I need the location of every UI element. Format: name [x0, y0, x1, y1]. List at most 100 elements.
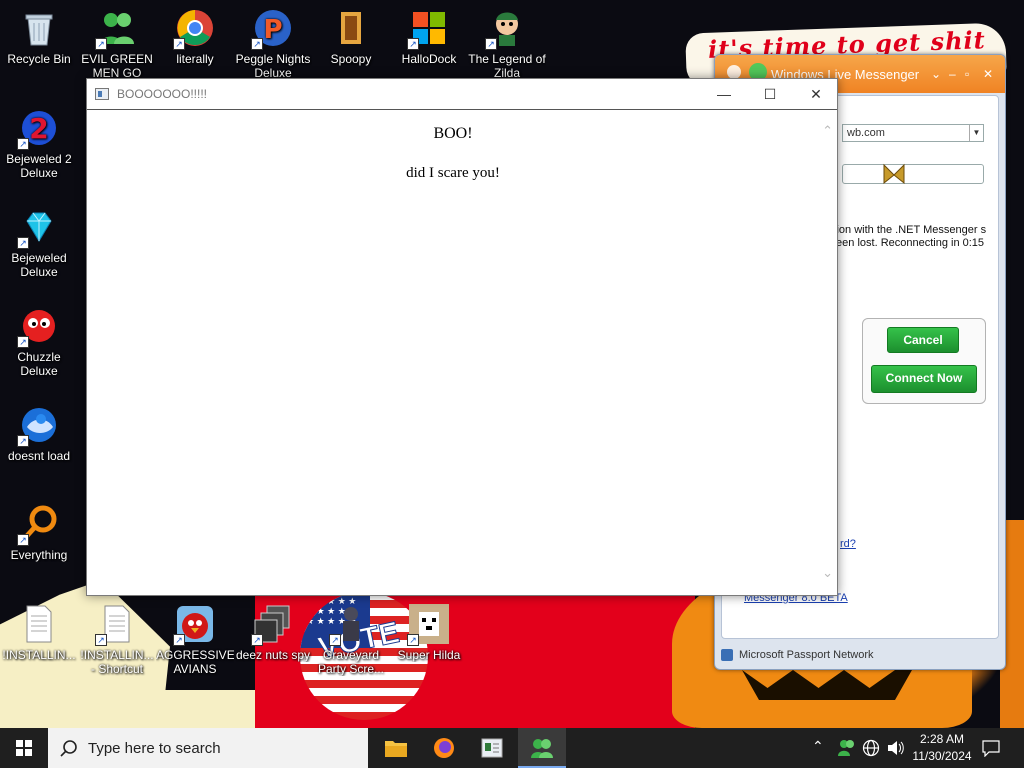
- volume-icon[interactable]: [886, 739, 904, 757]
- desktop-icon-installing-shortcut[interactable]: ↗ !INSTALLIN... - Shortcut: [78, 604, 156, 676]
- desktop-icon-label: Peggle Nights Deluxe: [235, 52, 311, 80]
- passport-network-label: Microsoft Passport Network: [739, 649, 874, 661]
- passport-icon: [721, 649, 733, 661]
- desktop-icon-label: Graveyard Party Scre...: [317, 648, 385, 676]
- messenger-dropdown-icon[interactable]: ⌄: [931, 67, 941, 81]
- messenger-buddy-icon: [531, 739, 553, 758]
- desktop-icon-aggressive-avians[interactable]: ↗ AGGRESSIVE AVIANS: [156, 604, 234, 676]
- desktop-icon-spoopy[interactable]: Spoopy: [312, 8, 390, 66]
- thunderbird-icon: ↗: [17, 405, 59, 447]
- cancel-button[interactable]: Cancel: [887, 327, 959, 353]
- desktop-icon-bejeweled-2[interactable]: 2 ↗ Bejeweled 2 Deluxe: [0, 108, 78, 180]
- desktop-icon-label: Spoopy: [330, 52, 372, 66]
- minimize-button[interactable]: —: [701, 79, 747, 109]
- desktop-icon-doesnt-load[interactable]: ↗ doesnt load: [0, 405, 78, 463]
- desktop-icon-label: deez nuts spy: [235, 648, 311, 662]
- everything-search-icon: ↗: [17, 504, 59, 546]
- messenger-close-icon[interactable]: ✕: [983, 67, 993, 81]
- bejeweled-2-icon: 2 ↗: [17, 108, 59, 150]
- shortcut-arrow-icon: ↗: [173, 634, 185, 646]
- desktop-icon-literally[interactable]: ↗ literally: [156, 8, 234, 66]
- close-button[interactable]: ✕: [793, 79, 839, 109]
- forgot-password-link[interactable]: rd?: [840, 538, 856, 550]
- shortcut-arrow-icon: ↗: [251, 38, 263, 50]
- chevron-down-icon[interactable]: ▼: [969, 125, 983, 141]
- maximize-button[interactable]: ☐: [747, 79, 793, 109]
- messenger-footer: Microsoft Passport Network: [715, 641, 1005, 669]
- desktop-icon-bejeweled[interactable]: ↗ Bejeweled Deluxe: [0, 207, 78, 279]
- desktop-icon-super-hilda[interactable]: ↗ Super Hilda: [390, 604, 468, 662]
- shortcut-arrow-icon: ↗: [17, 138, 29, 150]
- shortcut-arrow-icon: ↗: [95, 38, 107, 50]
- connect-now-button[interactable]: Connect Now: [871, 365, 977, 393]
- clock-time: 2:28 AM: [919, 732, 965, 746]
- text-document-icon: [19, 604, 59, 644]
- desktop-icon-label: EVIL GREEN MEN GO: [81, 52, 153, 80]
- taskbar-boo-window-app[interactable]: [468, 728, 516, 768]
- taskbar-firefox[interactable]: [420, 728, 468, 768]
- messenger-minimize-icon[interactable]: –: [949, 67, 956, 81]
- shortcut-arrow-icon: ↗: [17, 336, 29, 348]
- messenger-password-field[interactable]: [842, 163, 984, 185]
- recycle-bin-icon: [19, 8, 59, 48]
- desktop-icon-recycle-bin[interactable]: Recycle Bin: [0, 8, 78, 66]
- shortcut-arrow-icon: ↗: [17, 237, 29, 249]
- scroll-up-icon[interactable]: ⌃: [822, 123, 833, 139]
- scare-text: did I scare you!: [406, 165, 500, 181]
- shortcut-arrow-icon: ↗: [485, 38, 497, 50]
- desktop-icon-hallodock[interactable]: ↗ HalloDock: [390, 8, 468, 66]
- search-placeholder: Type here to search: [88, 740, 221, 757]
- network-globe-icon[interactable]: [862, 739, 880, 757]
- peggle-icon: P ↗: [251, 8, 293, 50]
- shortcut-arrow-icon: ↗: [17, 435, 29, 447]
- window-app-icon: [481, 738, 503, 758]
- desktop-icon-label: HalloDock: [401, 52, 457, 66]
- messenger-tray-icon[interactable]: [838, 738, 856, 758]
- taskbar-search-box[interactable]: Type here to search: [48, 728, 368, 768]
- windows-logo-icon: ↗: [407, 8, 449, 50]
- messenger-button-group: Cancel Connect Now: [862, 318, 986, 404]
- boo-window[interactable]: BOOOOOOO!!!!! — ☐ ✕ BOO! did I scare you…: [86, 78, 838, 596]
- messenger-menu-icon[interactable]: [727, 65, 741, 79]
- desktop-icon-deez-nuts-spy[interactable]: ↗ deez nuts spy: [234, 604, 312, 662]
- wallpaper-cream-shape-2: [150, 690, 260, 728]
- zilda-character-icon: ↗: [485, 8, 527, 50]
- shortcut-arrow-icon: ↗: [329, 634, 341, 646]
- boo-heading: BOO!: [433, 125, 473, 142]
- windows-start-icon: [16, 740, 32, 756]
- desktop-icon-installing[interactable]: !INSTALLIN...: [0, 604, 78, 662]
- desktop-icon-label: doesnt load: [7, 449, 71, 463]
- taskbar-clock[interactable]: 2:28 AM 11/30/2024: [906, 731, 978, 765]
- shortcut-arrow-icon: ↗: [17, 534, 29, 546]
- desktop-icon-chuzzle[interactable]: ↗ Chuzzle Deluxe: [0, 306, 78, 378]
- messenger-account-value: wb.com: [847, 127, 885, 139]
- desktop-icon-graveyard-party[interactable]: ↗ Graveyard Party Scre...: [312, 604, 390, 676]
- shortcut-arrow-icon: ↗: [173, 38, 185, 50]
- messenger-maximize-icon[interactable]: ▫: [965, 67, 969, 81]
- window-title: BOOOOOOO!!!!!: [117, 87, 208, 101]
- taskbar-file-explorer[interactable]: [372, 728, 420, 768]
- messenger-buddies-icon: ↗: [95, 8, 137, 50]
- shortcut-arrow-icon: ↗: [95, 634, 107, 646]
- angry-bird-icon: ↗: [173, 604, 215, 646]
- notification-icon[interactable]: [982, 739, 1000, 757]
- desktop-icon-label: Everything: [10, 548, 68, 562]
- desktop-icon-everything[interactable]: ↗ Everything: [0, 504, 78, 562]
- desktop-icon-evil-green-men[interactable]: ↗ EVIL GREEN MEN GO: [78, 8, 156, 80]
- desktop-icon-legend-of-zilda[interactable]: ↗ The Legend of Zilda: [468, 8, 546, 80]
- pixel-dog-icon: ↗: [407, 604, 449, 646]
- desktop-icon-label: Bejeweled 2 Deluxe: [6, 152, 72, 180]
- window-content: BOO! did I scare you! ⌃ ⌄: [87, 111, 837, 595]
- messenger-account-combo[interactable]: wb.com ▼: [842, 124, 984, 142]
- desktop-icon-label: Chuzzle Deluxe: [17, 350, 61, 378]
- start-button[interactable]: [0, 728, 48, 768]
- window-titlebar[interactable]: BOOOOOOO!!!!! — ☐ ✕: [87, 79, 837, 110]
- svg-text:P: P: [263, 15, 282, 45]
- chuzzle-icon: ↗: [17, 306, 59, 348]
- desktop-icon-peggle-nights[interactable]: P ↗ Peggle Nights Deluxe: [234, 8, 312, 80]
- chevron-up-icon[interactable]: ⌃: [812, 738, 824, 755]
- svg-text:2: 2: [29, 112, 48, 145]
- taskbar-messenger[interactable]: [518, 728, 566, 768]
- desktop-icon-label: Recycle Bin: [7, 52, 71, 66]
- scroll-down-icon[interactable]: ⌄: [822, 565, 833, 581]
